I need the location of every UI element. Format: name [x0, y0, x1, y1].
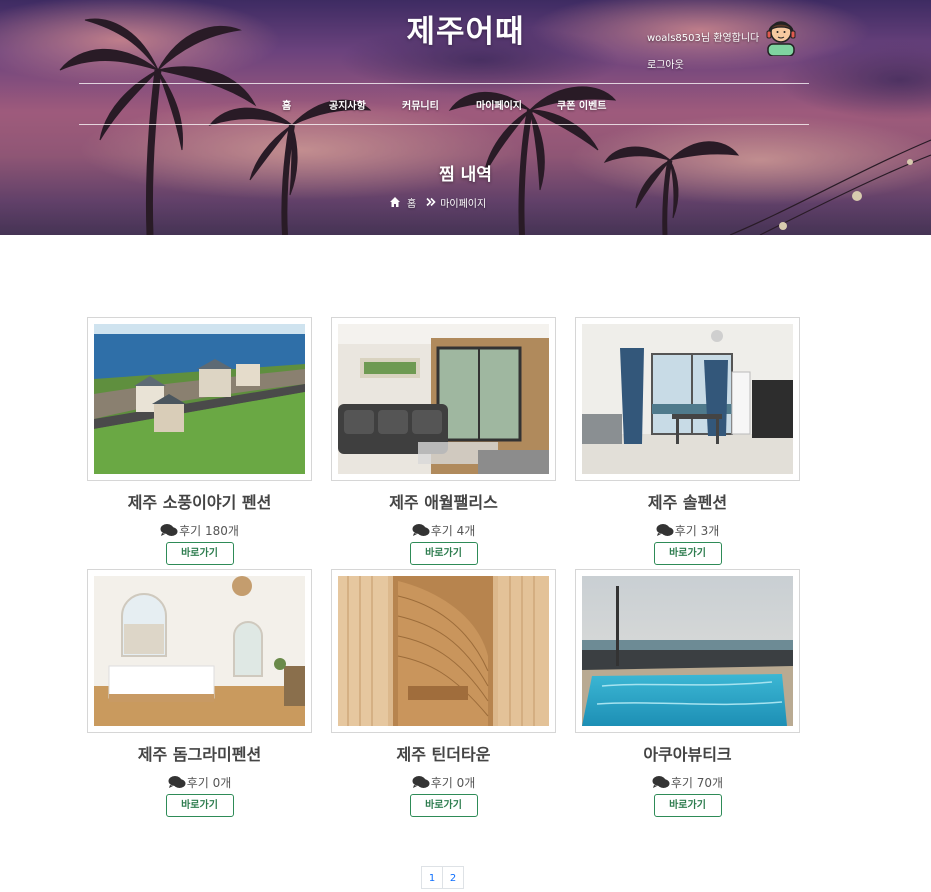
review-count: 후기 3개 — [575, 522, 800, 538]
ocean-pension-photo — [94, 324, 305, 474]
review-count-text: 후기 180개 — [179, 523, 239, 538]
user-avatar-icon[interactable] — [762, 16, 800, 56]
review-count-text: 후기 70개 — [670, 775, 724, 790]
nav-item-mypage[interactable]: 마이페이지 — [476, 97, 522, 112]
welcome-message: woals8503님 환영합니다 — [647, 33, 760, 44]
nav-item-community[interactable]: 커뮤니티 — [402, 97, 439, 112]
go-to-button[interactable]: 바로가기 — [653, 794, 722, 817]
card-title: 제주 돔그라미펜션 — [137, 745, 262, 764]
wooden-sauna-photo — [338, 576, 549, 726]
review-count-text: 후기 4개 — [430, 523, 476, 538]
wishlist-card: 제주 소풍이야기 펜션 후기 180개 바로가기 — [87, 317, 312, 565]
pagination: 1 2 — [421, 866, 464, 889]
go-to-button[interactable]: 바로가기 — [409, 542, 478, 565]
breadcrumb-current: 마이페이지 — [440, 198, 487, 210]
nav-item-home[interactable]: 홈 — [282, 97, 291, 112]
comments-icon — [656, 524, 674, 536]
review-count: 후기 0개 — [87, 774, 312, 790]
nav-item-notice[interactable]: 공지사항 — [329, 97, 366, 112]
card-title: 아쿠아뷰티크 — [643, 745, 732, 764]
breadcrumb-home-link[interactable]: 홈 — [407, 195, 416, 210]
wishlist-card: 아쿠아뷰티크 후기 70개 바로가기 — [575, 569, 800, 817]
comments-icon — [160, 524, 178, 536]
go-to-button[interactable]: 바로가기 — [165, 794, 234, 817]
go-to-button[interactable]: 바로가기 — [409, 794, 478, 817]
logout-link[interactable]: 로그아웃 — [647, 56, 684, 71]
nav-divider-bottom — [79, 124, 809, 125]
wishlist-card: 제주 애월팰리스 후기 4개 바로가기 — [331, 317, 556, 565]
go-to-button[interactable]: 바로가기 — [165, 542, 234, 565]
comments-icon — [412, 776, 430, 788]
card-thumbnail[interactable] — [575, 317, 800, 481]
comments-icon — [412, 524, 430, 536]
review-count: 후기 180개 — [87, 522, 312, 538]
dining-room-photo — [582, 324, 793, 474]
card-thumbnail[interactable] — [331, 317, 556, 481]
wishlist-card: 제주 틴더타운 후기 0개 바로가기 — [331, 569, 556, 817]
card-thumbnail[interactable] — [575, 569, 800, 733]
card-title: 제주 틴더타운 — [396, 745, 491, 764]
review-count-text: 후기 3개 — [674, 523, 720, 538]
card-thumbnail[interactable] — [87, 317, 312, 481]
page-link-1[interactable]: 1 — [421, 866, 443, 889]
double-chevron-right-icon — [426, 197, 436, 207]
card-title: 제주 솔펜션 — [647, 493, 728, 512]
dome-bedroom-photo — [94, 576, 305, 726]
card-title: 제주 애월팰리스 — [389, 493, 498, 512]
page-link-2[interactable]: 2 — [442, 866, 464, 889]
wishlist-card: 제주 돔그라미펜션 후기 0개 바로가기 — [87, 569, 312, 817]
seaside-pool-photo — [582, 576, 793, 726]
comments-icon — [652, 776, 670, 788]
review-count: 후기 4개 — [331, 522, 556, 538]
go-to-button[interactable]: 바로가기 — [653, 542, 722, 565]
wishlist-card: 제주 솔펜션 후기 3개 바로가기 — [575, 317, 800, 565]
breadcrumb: 홈 마이페이지 — [389, 194, 486, 210]
nav-item-coupon-event[interactable]: 쿠폰 이벤트 — [557, 97, 606, 112]
page-title: 찜 내역 — [439, 165, 492, 185]
review-count-text: 후기 0개 — [430, 775, 476, 790]
card-title: 제주 소풍이야기 펜션 — [127, 493, 272, 512]
card-thumbnail[interactable] — [87, 569, 312, 733]
review-count-text: 후기 0개 — [186, 775, 232, 790]
hero-banner: 제주어때 woals8503님 환영합니다 로그아웃 홈 공지사항 커뮤니티 마… — [0, 0, 931, 235]
comments-icon — [168, 776, 186, 788]
review-count: 후기 0개 — [331, 774, 556, 790]
nav-divider-top — [79, 83, 809, 84]
review-count: 후기 70개 — [575, 774, 800, 790]
living-room-sofa-photo — [338, 324, 549, 474]
home-icon — [390, 197, 400, 207]
card-thumbnail[interactable] — [331, 569, 556, 733]
